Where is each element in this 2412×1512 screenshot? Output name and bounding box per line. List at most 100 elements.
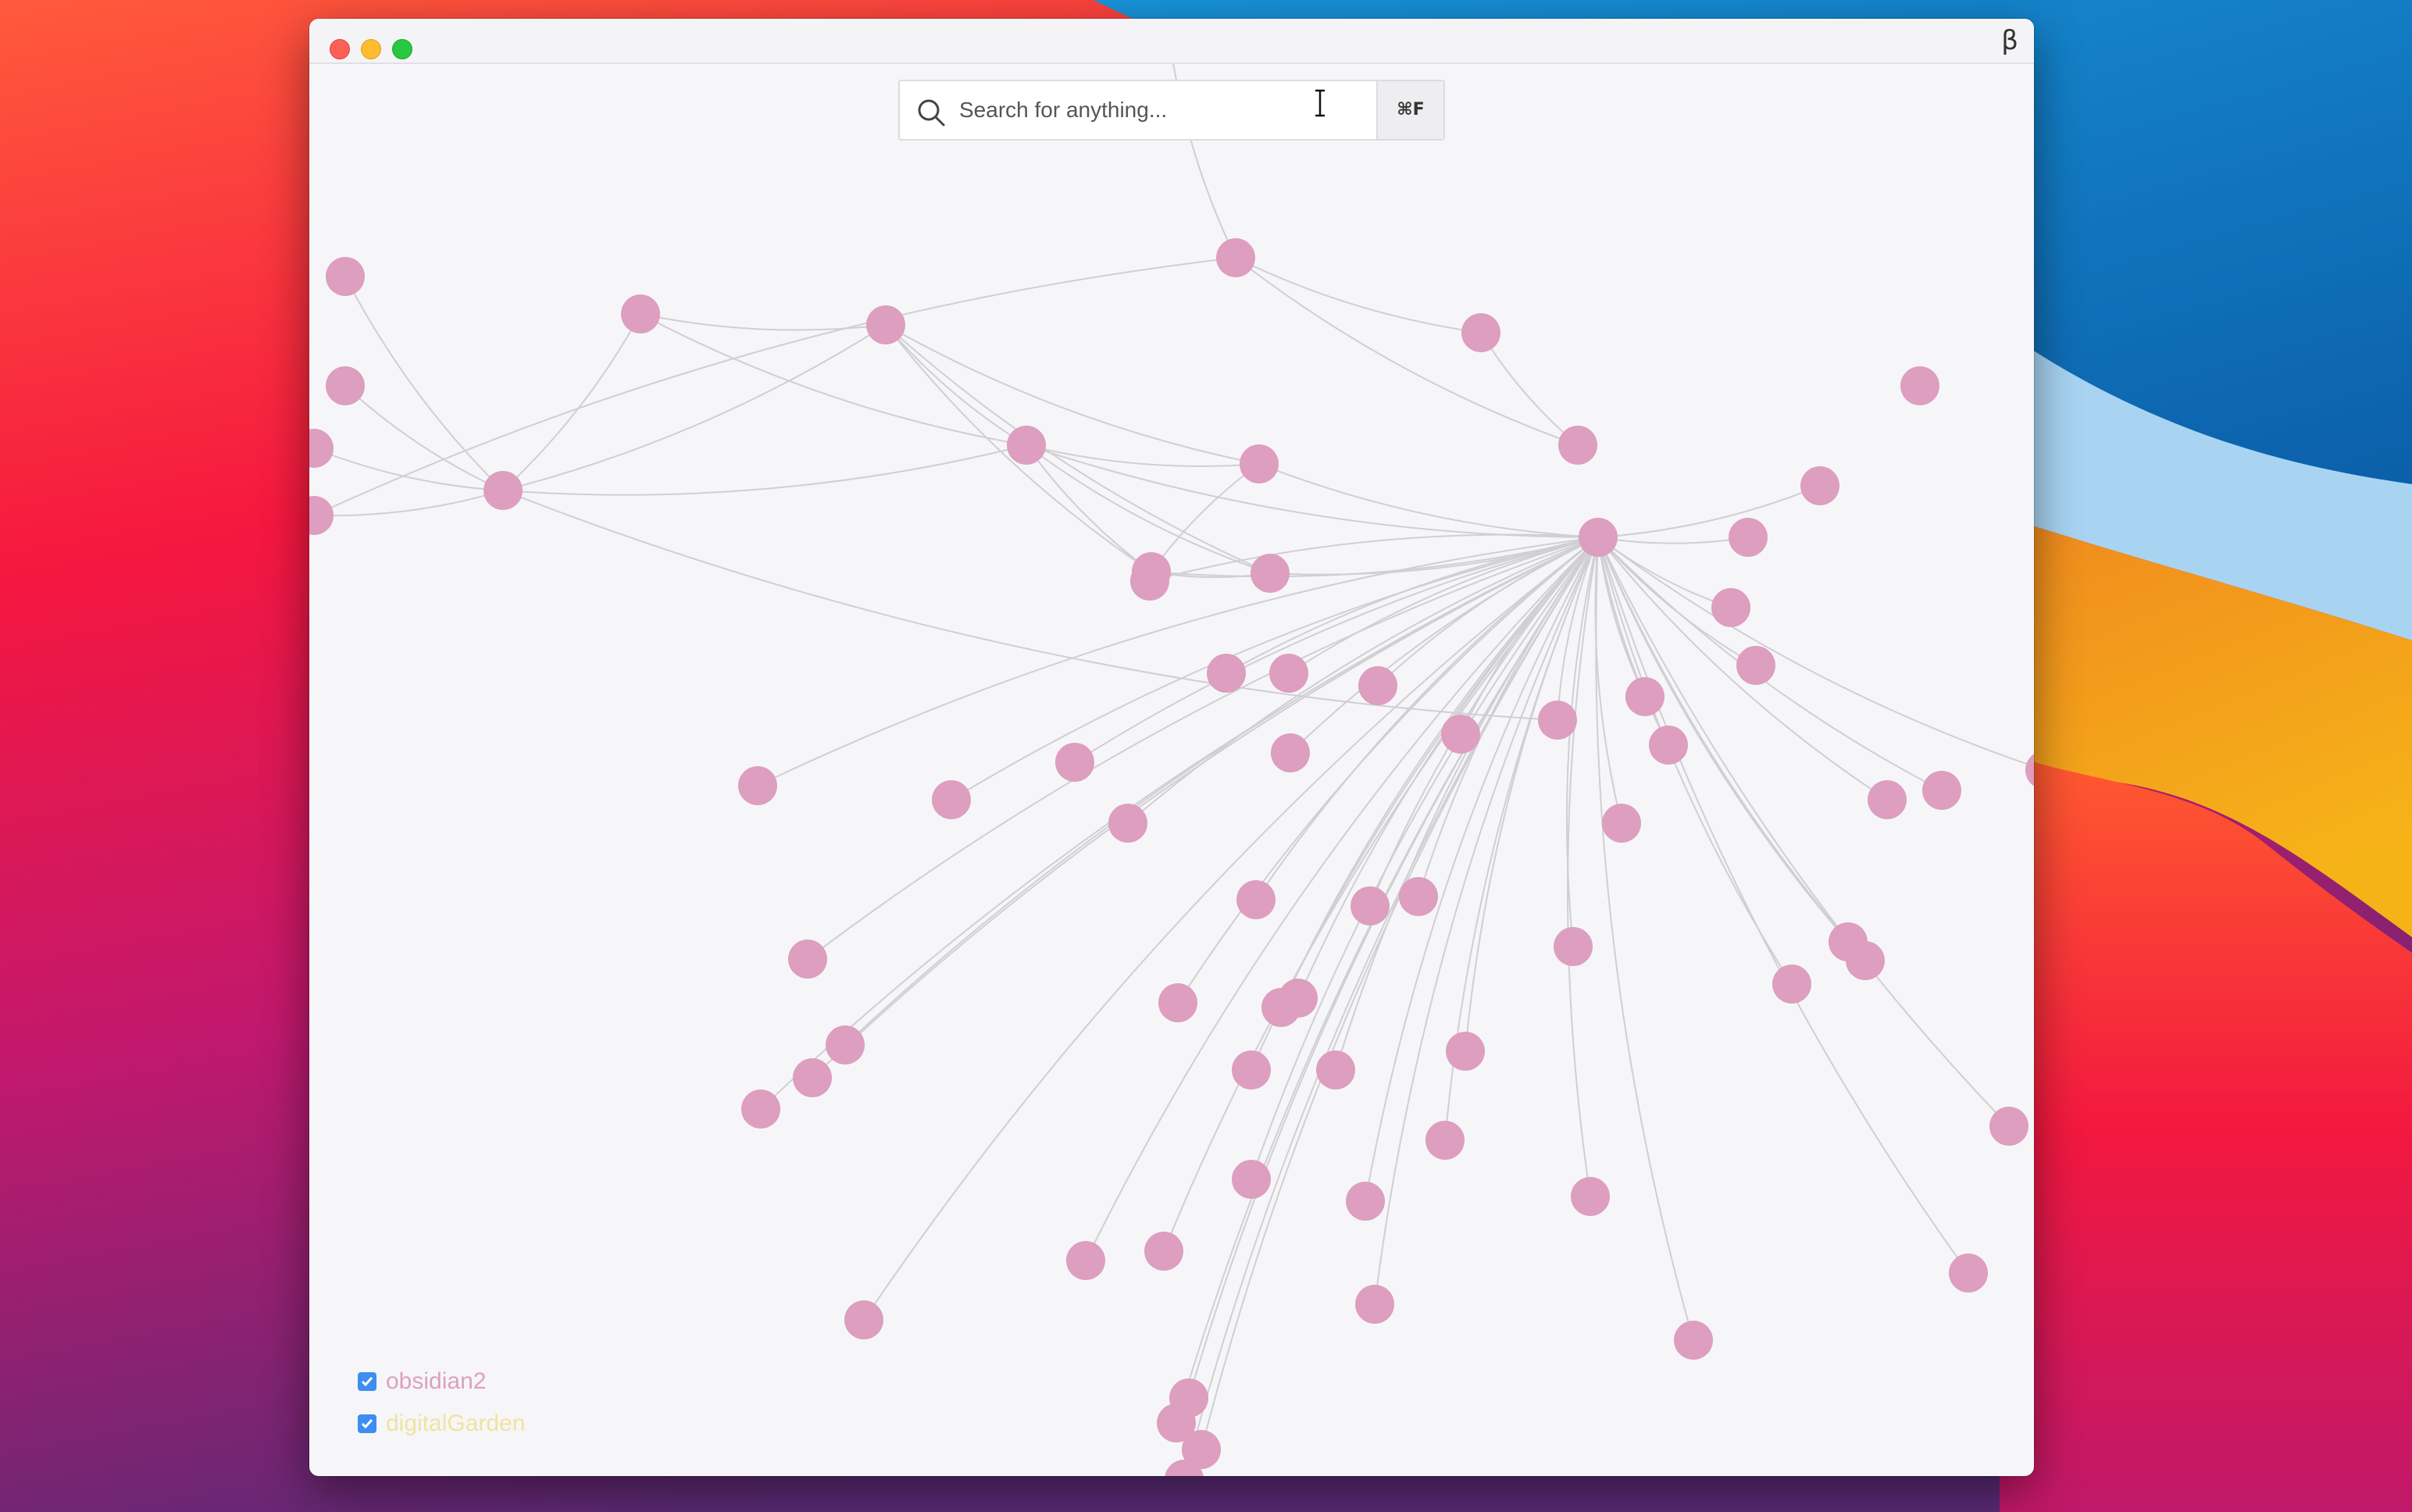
title-bar[interactable]: β (309, 19, 2034, 64)
graph-node[interactable] (738, 766, 777, 805)
graph-node[interactable] (1949, 1253, 1988, 1293)
graph-edge (1595, 537, 1694, 1341)
graph-node[interactable] (1922, 771, 1961, 810)
app-window: β ⌘F obsidian2 (309, 19, 2034, 1476)
graph-node[interactable] (1571, 1177, 1610, 1216)
graph-edge (1597, 537, 1749, 544)
graph-edge (1258, 463, 1599, 538)
graph-node[interactable] (621, 294, 660, 333)
graph-edge (1567, 537, 1599, 1197)
text-cursor-icon (1315, 89, 1325, 117)
graph-node[interactable] (1399, 877, 1438, 916)
legend-item-obsidian2[interactable]: obsidian2 (358, 1360, 525, 1403)
close-window-button[interactable] (330, 39, 350, 59)
graph-node[interactable] (866, 305, 905, 344)
graph-node[interactable] (1772, 965, 1811, 1004)
graph-node[interactable] (844, 1300, 883, 1339)
graph-node[interactable] (793, 1058, 832, 1097)
graph-edge (885, 324, 1260, 465)
graph-node[interactable] (1271, 733, 1310, 772)
graph-edge (1188, 537, 1599, 1399)
graph-edge (1235, 257, 1482, 333)
graph-node[interactable] (483, 471, 523, 510)
graph-node[interactable] (1007, 426, 1046, 465)
legend-checkbox-digitalgarden[interactable] (358, 1414, 376, 1433)
graph-node[interactable] (1554, 927, 1593, 966)
search-icon (918, 99, 945, 127)
maximize-window-button[interactable] (392, 39, 412, 59)
graph-edge (1480, 332, 1579, 446)
graph-node[interactable] (1625, 677, 1664, 716)
graph-node[interactable] (1602, 804, 1641, 843)
graph-edge (502, 444, 1027, 496)
graph-node[interactable] (1144, 1232, 1183, 1271)
graph-node[interactable] (826, 1025, 865, 1064)
graph-edge (313, 448, 504, 491)
graph-node[interactable] (1989, 1107, 2028, 1146)
graph-node[interactable] (788, 940, 827, 979)
graph-node[interactable] (1251, 554, 1290, 593)
graph-edge (812, 537, 1599, 1079)
graph-node[interactable] (1236, 880, 1276, 919)
graph-node[interactable] (1232, 1160, 1271, 1199)
graph-node[interactable] (1649, 726, 1688, 765)
search-input[interactable] (959, 81, 1373, 139)
graph-node[interactable] (1351, 886, 1390, 925)
graph-edge (1235, 257, 1579, 446)
graph-edge (640, 313, 887, 331)
graph-node[interactable] (1711, 588, 1750, 627)
minimize-window-button[interactable] (361, 39, 381, 59)
graph-node[interactable] (1355, 1285, 1394, 1324)
graph-node[interactable] (1316, 1050, 1355, 1089)
graph-node[interactable] (1130, 562, 1169, 601)
graph-node[interactable] (1425, 1121, 1465, 1160)
graph-node[interactable] (326, 257, 365, 296)
graph-edge (502, 313, 641, 491)
graph-node[interactable] (1868, 780, 1907, 819)
legend-label-obsidian2: obsidian2 (386, 1368, 487, 1394)
graph-edge (1597, 537, 2010, 1127)
graph-node[interactable] (741, 1089, 780, 1129)
graph-node[interactable] (1736, 646, 1775, 685)
graph-edge (640, 313, 1027, 446)
graph-canvas[interactable] (309, 19, 2034, 1476)
graph-node[interactable] (1055, 743, 1094, 782)
graph-node[interactable] (1674, 1321, 1713, 1360)
graph-node[interactable] (1346, 1182, 1385, 1221)
graph-node[interactable] (1846, 941, 1885, 980)
graph-node[interactable] (1158, 983, 1197, 1022)
graph-node[interactable] (1579, 518, 1618, 557)
graph-node[interactable] (932, 780, 971, 819)
graph-node[interactable] (1538, 701, 1577, 740)
graph-edge (1566, 537, 1599, 947)
graph-node[interactable] (1441, 715, 1480, 754)
graph-node[interactable] (1800, 466, 1839, 505)
graph-edge (313, 257, 1236, 516)
graph-edge (344, 276, 504, 491)
graph-node[interactable] (1461, 313, 1500, 352)
graph-node[interactable] (1446, 1032, 1485, 1071)
graph-node[interactable] (1558, 426, 1597, 465)
graph-node[interactable] (1900, 366, 1939, 405)
graph-node[interactable] (1108, 804, 1147, 843)
graph-node[interactable] (1216, 238, 1255, 277)
beta-label: β (2001, 25, 2018, 56)
graph-node[interactable] (1269, 654, 1308, 693)
graph-node[interactable] (309, 429, 334, 468)
graph-edge (502, 324, 887, 491)
graph-node[interactable] (2025, 751, 2034, 790)
legend-checkbox-obsidian2[interactable] (358, 1372, 376, 1391)
graph-node[interactable] (1240, 444, 1279, 483)
graph-node[interactable] (1207, 654, 1246, 693)
graph-node[interactable] (1261, 988, 1301, 1027)
legend-item-digitalgarden[interactable]: digitalGarden (358, 1403, 525, 1445)
graph-edge (502, 490, 1558, 721)
graph-node[interactable] (1066, 1241, 1105, 1280)
graph-edge (1168, 32, 1236, 259)
search-bar[interactable]: ⌘F (898, 80, 1445, 141)
graph-node[interactable] (1729, 518, 1768, 557)
graph-node[interactable] (1358, 666, 1397, 705)
graph-node[interactable] (309, 496, 334, 535)
graph-node[interactable] (1232, 1050, 1271, 1089)
graph-node[interactable] (326, 366, 365, 405)
